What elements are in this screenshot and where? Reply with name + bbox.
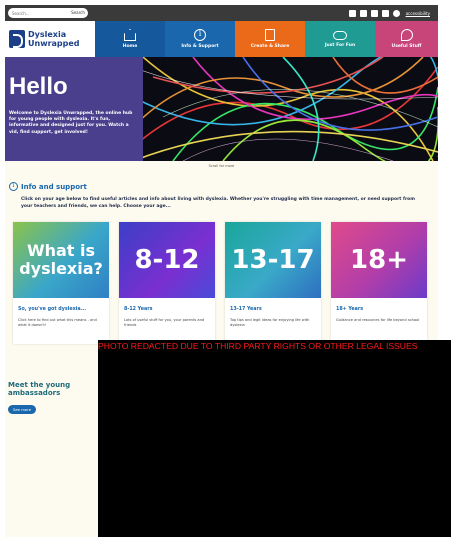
card-title[interactable]: So, you've got dyslexia... bbox=[18, 307, 86, 312]
card-text: Top tips and legit ideas for enjoying li… bbox=[230, 318, 310, 327]
redacted-photo-block: PHOTO REDACTED DUE TO THIRD PARTY RIGHTS… bbox=[98, 340, 451, 537]
logo-mark-icon bbox=[9, 30, 25, 48]
home-icon bbox=[124, 29, 136, 41]
speech-bubble-icon bbox=[400, 29, 413, 41]
nav-fun-label: Just For Fun bbox=[324, 42, 356, 48]
search-input[interactable] bbox=[8, 8, 68, 18]
hero-text-panel: Hello Welcome to Dyslexia Unwrapped, the… bbox=[5, 57, 143, 161]
logo-line-1: Dyslexia bbox=[28, 30, 67, 39]
nav-useful-label: Useful Stuff bbox=[391, 44, 422, 49]
age-cards: What is dyslexia? So, you've got dyslexi… bbox=[13, 222, 428, 344]
hero-title: Hello bbox=[9, 73, 68, 100]
info-heading: Info and support bbox=[9, 182, 87, 191]
card-text: Click here to find out what this means -… bbox=[18, 318, 97, 327]
ambassadors-title: Meet the young ambassadors bbox=[8, 381, 71, 397]
nav-home[interactable]: Home bbox=[95, 21, 165, 57]
site-logo[interactable]: Dyslexia Unwrapped bbox=[5, 21, 95, 57]
twitter-icon[interactable] bbox=[359, 9, 367, 17]
logo-line-2: Unwrapped bbox=[28, 39, 80, 48]
redaction-notice: PHOTO REDACTED DUE TO THIRD PARTY RIGHTS… bbox=[98, 341, 418, 351]
tiktok-icon[interactable] bbox=[392, 9, 400, 17]
card-18-plus[interactable]: 18+ 18+ Years Guidance and resources for… bbox=[331, 222, 427, 344]
nav-info-label: Info & Support bbox=[181, 44, 219, 49]
youtube-icon[interactable] bbox=[370, 9, 378, 17]
card-13-17[interactable]: 13-17 13-17 Years Top tips and legit ide… bbox=[225, 222, 321, 344]
card-what-is-dyslexia[interactable]: What is dyslexia? So, you've got dyslexi… bbox=[13, 222, 109, 344]
hero-welcome-text: Welcome to Dyslexia Unwrapped, the onlin… bbox=[9, 111, 133, 135]
card-title[interactable]: 13-17 Years bbox=[230, 307, 262, 312]
card-8-12[interactable]: 8-12 8-12 Years Lots of useful stuff for… bbox=[119, 222, 215, 344]
gamepad-icon bbox=[333, 30, 347, 40]
card-title[interactable]: 8-12 Years bbox=[124, 307, 152, 312]
facebook-icon[interactable] bbox=[348, 9, 356, 17]
card-image: 13-17 bbox=[225, 222, 321, 298]
info-title: Info and support bbox=[21, 182, 87, 191]
nav-create-label: Create & Share bbox=[250, 44, 290, 49]
info-description: Click on your age below to find useful a… bbox=[21, 197, 415, 209]
top-bar: Search accessibility bbox=[5, 5, 438, 21]
card-image: 18+ bbox=[331, 222, 427, 298]
pencil-icon bbox=[265, 29, 275, 41]
card-image: 8-12 bbox=[119, 222, 215, 298]
nav-info-support[interactable]: Info & Support bbox=[165, 21, 235, 57]
card-text: Guidance and resources for life beyond s… bbox=[336, 318, 420, 322]
logo-text: Dyslexia Unwrapped bbox=[28, 30, 80, 48]
hero-banner: Hello Welcome to Dyslexia Unwrapped, the… bbox=[5, 57, 438, 161]
info-icon bbox=[194, 29, 206, 41]
card-image: What is dyslexia? bbox=[13, 222, 109, 298]
nav-create-share[interactable]: Create & Share bbox=[235, 21, 305, 57]
card-title[interactable]: 18+ Years bbox=[336, 307, 363, 312]
info-circle-icon bbox=[9, 182, 18, 191]
social-links: accessibility bbox=[348, 8, 430, 18]
scroll-hint: Scroll for more bbox=[208, 164, 235, 168]
nav-useful-stuff[interactable]: Useful Stuff bbox=[375, 21, 438, 57]
nav-home-label: Home bbox=[122, 44, 138, 49]
see-more-button[interactable]: See more bbox=[8, 405, 36, 414]
hero-light-streaks-image bbox=[133, 57, 438, 161]
nav-just-for-fun[interactable]: Just For Fun bbox=[305, 21, 375, 57]
card-text: Lots of useful stuff for you, your paren… bbox=[124, 318, 205, 327]
main-nav: Dyslexia Unwrapped Home Info & Support C… bbox=[5, 21, 438, 57]
search-box: Search bbox=[8, 8, 88, 18]
accessibility-link[interactable]: accessibility bbox=[406, 11, 430, 16]
search-button[interactable]: Search bbox=[70, 9, 86, 17]
instagram-icon[interactable] bbox=[381, 9, 389, 17]
